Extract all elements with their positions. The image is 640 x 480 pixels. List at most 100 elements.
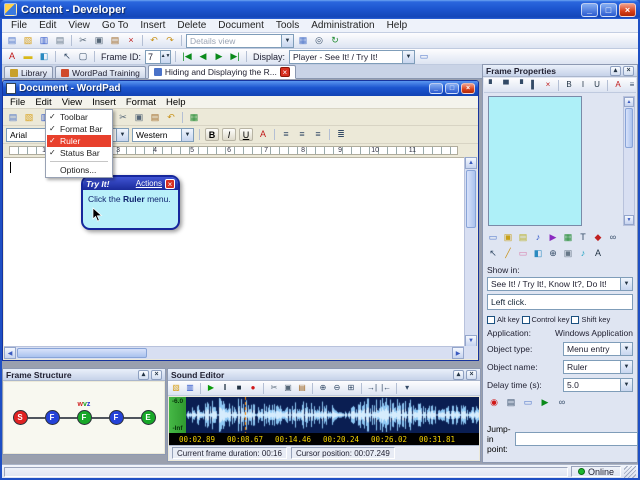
show-in-combo[interactable]: See It! / Try It!, Know It?, Do It!: [487, 277, 633, 291]
play-button[interactable]: ▶: [205, 382, 217, 394]
pause-button[interactable]: ‖: [219, 382, 231, 394]
bold-button[interactable]: B: [205, 128, 219, 141]
screenshot-tool-button[interactable]: ▣: [561, 247, 575, 260]
shape-object-button[interactable]: ◆: [591, 231, 605, 244]
align-top-right-button[interactable]: ▝: [514, 79, 526, 91]
text-color-button[interactable]: A: [256, 128, 270, 141]
callout-actions-link[interactable]: Actions: [136, 179, 162, 188]
paste-audio-button[interactable]: ▤: [296, 382, 308, 394]
first-frame-button[interactable]: |◀: [180, 50, 194, 63]
copy-button[interactable]: ▣: [92, 34, 106, 47]
scroll-up-icon[interactable]: ▲: [465, 157, 477, 169]
paragraph-button[interactable]: ≡: [626, 79, 638, 91]
redo-button[interactable]: ↷: [163, 34, 177, 47]
menu-item-toolbar[interactable]: Toolbar: [47, 111, 111, 123]
italic-button[interactable]: I: [577, 79, 589, 91]
scroll-left-icon[interactable]: ◀: [4, 347, 16, 359]
print-button[interactable]: ▤: [53, 34, 67, 47]
frame-id-spinner[interactable]: 7 ▲▼: [145, 49, 172, 64]
previous-frame-button[interactable]: ◀: [196, 50, 210, 63]
jump-in-point-input[interactable]: [514, 432, 638, 446]
save-audio-button[interactable]: ▥: [184, 382, 196, 394]
menu-item-format-bar[interactable]: Format Bar: [47, 123, 111, 135]
frame-node-f-2[interactable]: F: [76, 410, 92, 425]
fill-color-button[interactable]: ◧: [37, 50, 51, 63]
menu-help[interactable]: Help: [381, 19, 414, 32]
align-left-button[interactable]: ≡: [279, 128, 293, 141]
paste-button[interactable]: ▤: [108, 34, 122, 47]
link-object-button[interactable]: ∞: [606, 231, 620, 244]
mark-out-button[interactable]: |←: [380, 382, 392, 394]
resize-grip-icon[interactable]: [624, 465, 636, 478]
alt-key-checkbox[interactable]: [487, 315, 495, 324]
bullets-button[interactable]: ≣: [334, 128, 348, 141]
wordpad-menu-view[interactable]: View: [57, 96, 87, 109]
next-frame-button[interactable]: ▶: [212, 50, 226, 63]
menu-view[interactable]: View: [62, 19, 96, 32]
select-tool-button[interactable]: ↖: [486, 247, 500, 260]
object-type-combo[interactable]: Menu entry: [563, 342, 633, 356]
scroll-right-icon[interactable]: ▶: [452, 347, 464, 359]
pointer-button[interactable]: ↖: [60, 50, 74, 63]
document-edit-area[interactable]: [4, 157, 466, 347]
align-right-button[interactable]: ≡: [311, 128, 325, 141]
menu-item-status-bar[interactable]: Status Bar: [47, 147, 111, 159]
wordpad-close-button[interactable]: [461, 83, 475, 94]
spinner-arrows-icon[interactable]: ▲▼: [160, 50, 170, 63]
waveform-canvas[interactable]: [186, 397, 479, 433]
open-button[interactable]: ▧: [21, 34, 35, 47]
align-top-left-button[interactable]: ▘: [486, 79, 498, 91]
preview-player-button[interactable]: ▭: [417, 50, 431, 63]
cut-audio-button[interactable]: ✂: [268, 382, 280, 394]
wordpad-menu-edit[interactable]: Edit: [30, 96, 56, 109]
control-key-checkbox[interactable]: [521, 315, 530, 324]
menu-item-ruler[interactable]: Ruler: [47, 135, 111, 147]
open-document-button[interactable]: ▧: [22, 111, 36, 124]
menu-insert[interactable]: Insert: [134, 19, 171, 32]
frame-node-f-3[interactable]: F: [108, 410, 124, 425]
timeline-ruler[interactable]: 00:02.89 00:08.67 00:14.46 00:20.24 00:26.02…: [169, 433, 479, 445]
zoom-fit-button[interactable]: ⊞: [345, 382, 357, 394]
menu-goto[interactable]: Go To: [96, 19, 135, 32]
cut-button[interactable]: ✂: [116, 111, 130, 124]
new-document-button[interactable]: ▤: [6, 111, 20, 124]
highlight-object-button[interactable]: ▣: [501, 231, 515, 244]
paste-button[interactable]: ▤: [148, 111, 162, 124]
scroll-down-icon[interactable]: ▼: [624, 215, 634, 225]
font-color-button[interactable]: A: [5, 50, 19, 63]
minimize-button[interactable]: [581, 2, 598, 17]
wordpad-menu-file[interactable]: File: [5, 96, 30, 109]
clear-format-button[interactable]: ×: [542, 79, 554, 91]
wordpad-menu-format[interactable]: Format: [121, 96, 161, 109]
panel-close-button[interactable]: [466, 369, 477, 380]
panel-close-button[interactable]: [151, 369, 162, 380]
zoom-out-button[interactable]: ⊖: [331, 382, 343, 394]
run-action-button[interactable]: ▶: [538, 396, 552, 409]
copy-audio-button[interactable]: ▣: [282, 382, 294, 394]
menu-document[interactable]: Document: [212, 19, 270, 32]
save-button[interactable]: ▥: [37, 34, 51, 47]
delete-button[interactable]: ×: [124, 34, 138, 47]
menu-delete[interactable]: Delete: [171, 19, 212, 32]
open-audio-button[interactable]: ▧: [170, 382, 182, 394]
close-button[interactable]: [619, 2, 636, 17]
new-content-button[interactable]: ▤: [5, 34, 19, 47]
zoom-in-button[interactable]: ⊕: [317, 382, 329, 394]
menu-administration[interactable]: Administration: [305, 19, 380, 32]
mouse-action-button[interactable]: ◉: [487, 396, 501, 409]
note-object-button[interactable]: ▤: [516, 231, 530, 244]
underline-button[interactable]: U: [239, 128, 253, 141]
pencil-tool-button[interactable]: ╱: [501, 247, 515, 260]
frame-node-s-0[interactable]: S: [12, 410, 28, 425]
link-action-button[interactable]: ∞: [555, 396, 569, 409]
fill-tool-button[interactable]: ◧: [531, 247, 545, 260]
menu-edit[interactable]: Edit: [33, 19, 62, 32]
last-frame-button[interactable]: ▶|: [228, 50, 242, 63]
search-button[interactable]: ◎: [312, 34, 326, 47]
align-left-edge-button[interactable]: ▌: [528, 79, 540, 91]
scroll-thumb[interactable]: [466, 170, 476, 228]
details-grid-button[interactable]: ▦: [296, 34, 310, 47]
tab-wordpad-training[interactable]: WordPad Training: [54, 66, 146, 78]
panel-collapse-button[interactable]: [138, 369, 149, 380]
vertical-scrollbar[interactable]: ▲ ▼: [464, 157, 477, 347]
